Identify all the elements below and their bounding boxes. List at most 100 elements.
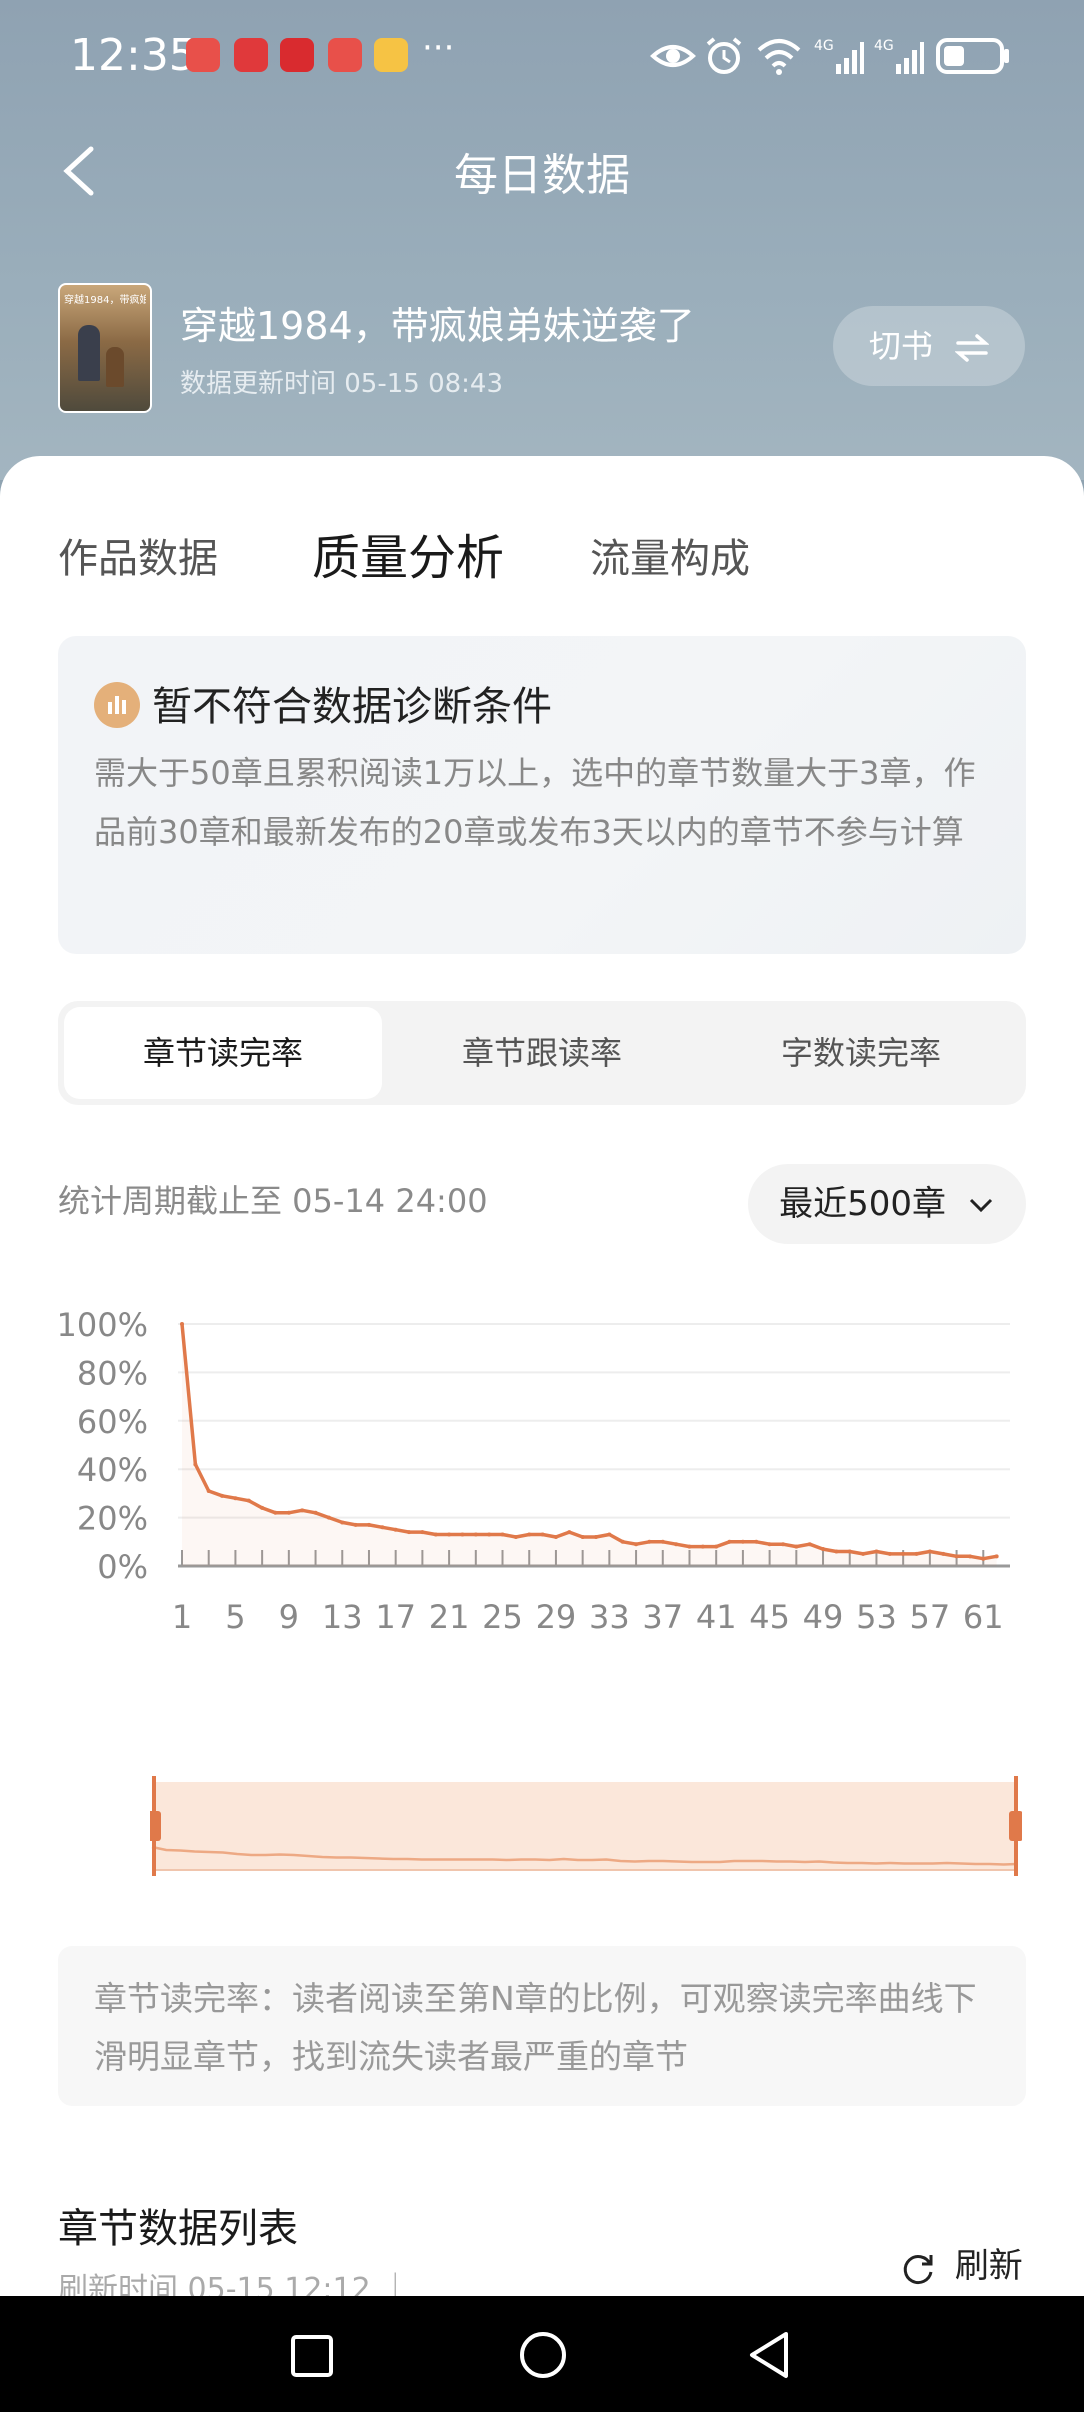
system-navigation-bar — [0, 2296, 1084, 2412]
data-point — [206, 1488, 211, 1493]
svg-text:4G: 4G — [874, 38, 894, 54]
title-bar: 每日数据 — [0, 125, 1084, 215]
y-tick-label: 80% — [77, 1354, 148, 1392]
cover-figure — [106, 347, 124, 387]
data-point — [233, 1496, 238, 1501]
book-update-time: 数据更新时间 05-15 08:43 — [180, 369, 504, 399]
data-point — [847, 1549, 852, 1554]
x-tick-label: 13 — [322, 1598, 363, 1636]
data-point — [780, 1542, 785, 1547]
data-point — [794, 1544, 799, 1549]
tab-traffic-composition[interactable]: 流量构成 — [590, 526, 750, 584]
alarm-icon — [706, 37, 742, 74]
range-dropdown[interactable]: 最近500章 — [748, 1164, 1026, 1244]
book-cover: 穿越1984，带疯娘弟妹逆袭 — [58, 283, 152, 413]
switch-book-button[interactable]: 切书 — [833, 306, 1025, 386]
data-point — [460, 1532, 465, 1537]
data-point — [660, 1539, 665, 1544]
data-point — [407, 1530, 412, 1535]
refresh-button[interactable]: 刷新 — [900, 2238, 1023, 2287]
back-icon[interactable] — [746, 2330, 792, 2380]
data-point — [273, 1510, 278, 1515]
data-point — [607, 1532, 612, 1537]
x-tick-label: 29 — [536, 1598, 577, 1636]
data-point — [954, 1554, 959, 1559]
header-background: 12:35 ··· 4G 4G 每日数据 穿越1984，带疯娘 穿越1984，带… — [0, 0, 1084, 480]
tab-quality-analysis[interactable]: 质量分析 — [312, 518, 504, 588]
chapter-list-title: 章节数据列表 — [58, 2206, 298, 2252]
completion-rate-chart: 0% 20% 40% 60% 80% 100% 1 5 9 13 17 21 25 29 33 37 41 45 4… — [57, 1306, 1010, 1636]
data-point — [553, 1534, 558, 1539]
x-tick-label: 41 — [696, 1598, 737, 1636]
data-point — [500, 1532, 505, 1537]
statistics-period: 统计周期截止至 05-14 24:00 — [58, 1182, 488, 1220]
data-point — [727, 1539, 732, 1544]
status-time: 12:35 — [70, 30, 197, 81]
metric-description: 章节读完率：读者阅读至第N章的比例，可观察读完率曲线下滑明显章节，找到流失读者最… — [58, 1946, 1026, 2106]
data-point — [981, 1556, 986, 1561]
x-tick-label: 49 — [803, 1598, 844, 1636]
x-tick-label: 25 — [482, 1598, 523, 1636]
home-icon[interactable] — [518, 2330, 568, 2380]
data-point — [527, 1532, 532, 1537]
segment-chapter-completion[interactable]: 章节读完率 — [64, 1007, 382, 1099]
data-point — [353, 1522, 358, 1527]
svg-text:4G: 4G — [814, 38, 834, 54]
data-point — [754, 1539, 759, 1544]
x-tick-label: 1 — [172, 1598, 192, 1636]
app-icon — [234, 38, 268, 72]
data-point — [941, 1551, 946, 1556]
y-tick-label: 60% — [77, 1403, 148, 1441]
data-point — [700, 1544, 705, 1549]
signal-4g-icon: 4G — [874, 38, 924, 74]
data-point — [433, 1532, 438, 1537]
eye-icon — [650, 45, 696, 67]
data-point — [901, 1551, 906, 1556]
y-tick-label: 40% — [77, 1451, 148, 1489]
segment-chapter-follow[interactable]: 章节跟读率 — [383, 1007, 701, 1099]
recent-apps-icon[interactable] — [290, 2334, 334, 2378]
refresh-icon — [903, 2254, 933, 2284]
book-header: 穿越1984，带疯娘弟妹逆袭 穿越1984，带疯娘弟妹逆袭了 数据更新时间 05… — [58, 283, 1058, 413]
huawei-icon — [186, 38, 220, 72]
data-point — [447, 1532, 452, 1537]
data-point — [674, 1542, 679, 1547]
x-tick-label: 45 — [749, 1598, 790, 1636]
data-point — [874, 1549, 879, 1554]
chart-bars-icon — [94, 682, 140, 728]
range-slider-left-handle[interactable] — [150, 1811, 161, 1841]
data-point — [420, 1530, 425, 1535]
data-point — [580, 1534, 585, 1539]
huawei-icon — [328, 38, 362, 72]
data-point — [340, 1520, 345, 1525]
x-tick-label: 37 — [642, 1598, 683, 1636]
refresh-label: 刷新 — [954, 2246, 1023, 2286]
diagnosis-title: 暂不符合数据诊断条件 — [152, 684, 552, 730]
data-point — [834, 1549, 839, 1554]
x-tick-label: 9 — [279, 1598, 299, 1636]
data-point — [513, 1534, 518, 1539]
data-point — [887, 1551, 892, 1556]
data-point — [647, 1539, 652, 1544]
x-tick-label: 53 — [856, 1598, 897, 1636]
data-point — [260, 1505, 265, 1510]
y-tick-label: 20% — [77, 1500, 148, 1538]
data-point — [740, 1539, 745, 1544]
range-slider-right-handle[interactable] — [1009, 1811, 1022, 1841]
signal-4g-icon: 4G — [814, 38, 864, 74]
wifi-icon — [757, 39, 801, 75]
status-bar: 12:35 ··· 4G 4G — [0, 0, 1084, 110]
data-point — [620, 1539, 625, 1544]
segment-word-completion[interactable]: 字数读完率 — [702, 1007, 1020, 1099]
data-point — [767, 1542, 772, 1547]
tab-work-data[interactable]: 作品数据 — [58, 526, 218, 584]
data-point — [714, 1544, 719, 1549]
data-point — [927, 1549, 932, 1554]
data-point — [473, 1532, 478, 1537]
data-point — [193, 1462, 198, 1467]
metric-segmented-control: 章节读完率 章节跟读率 字数读完率 — [58, 1001, 1026, 1105]
chevron-down-icon — [969, 1198, 992, 1213]
range-slider-fill — [152, 1782, 1018, 1870]
range-slider[interactable] — [150, 1776, 1022, 1876]
data-point — [821, 1547, 826, 1552]
